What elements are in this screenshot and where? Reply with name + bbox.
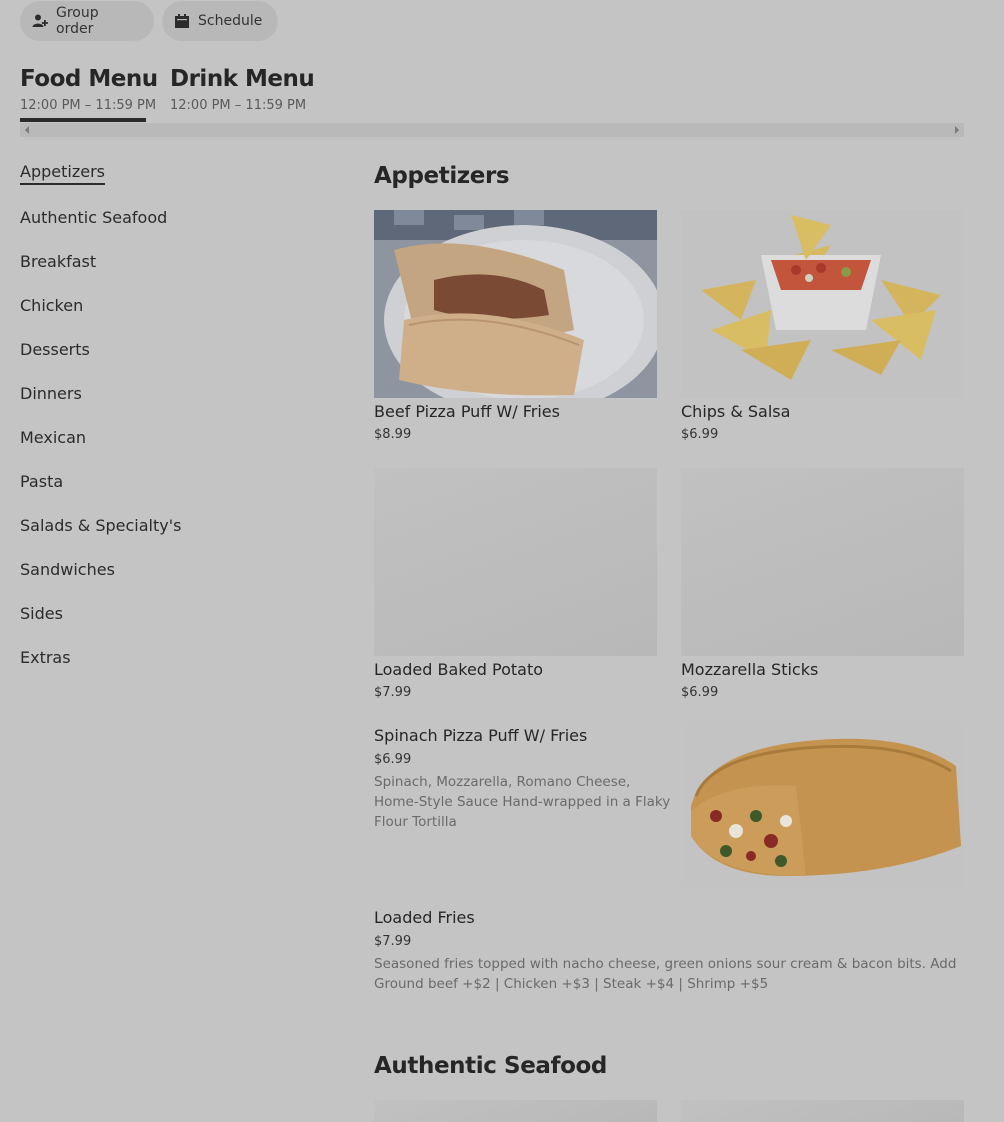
menu-item-name: Loaded Fries — [374, 908, 475, 927]
menu-item-price: $6.99 — [374, 752, 412, 767]
menu-item-card[interactable]: Chips & Salsa $6.99 — [681, 210, 964, 442]
menu-item-row[interactable]: Spinach Pizza Puff W/ Fries $6.99 Spinac… — [374, 726, 674, 832]
sidebar-item-chicken[interactable]: Chicken — [20, 296, 83, 315]
sidebar-item-sandwiches[interactable]: Sandwiches — [20, 560, 115, 579]
pizza-puff-photo — [374, 210, 657, 398]
schedule-label: Schedule — [198, 13, 263, 29]
tab-drink-menu[interactable]: Drink Menu 12:00 PM – 11:59 PM — [170, 66, 315, 113]
sidebar-item-sides[interactable]: Sides — [20, 604, 63, 623]
scroll-left-icon[interactable] — [25, 126, 29, 134]
menu-item-name: Mozzarella Sticks — [681, 660, 819, 679]
person-add-icon — [32, 13, 48, 29]
menu-item-price: $7.99 — [374, 685, 412, 700]
schedule-button[interactable]: Schedule — [162, 1, 278, 41]
menu-item-description: Spinach, Mozzarella, Romano Cheese, Home… — [374, 774, 671, 830]
image-placeholder — [681, 468, 964, 656]
menu-item-price: $6.99 — [681, 427, 719, 442]
menu-item-card[interactable]: Loaded Baked Potato $7.99 — [374, 468, 657, 700]
sidebar-item-appetizers[interactable]: Appetizers — [20, 162, 105, 185]
sidebar-item-breakfast[interactable]: Breakfast — [20, 252, 96, 271]
tab-title: Food Menu — [20, 66, 158, 92]
image-placeholder — [374, 468, 657, 656]
menu-item-row[interactable]: Loaded Fries $7.99 Seasoned fries topped… — [374, 908, 964, 994]
sidebar-item-authentic-seafood[interactable]: Authentic Seafood — [20, 208, 167, 227]
menu-item-name: Spinach Pizza Puff W/ Fries — [374, 726, 588, 745]
tab-hours: 12:00 PM – 11:59 PM — [20, 98, 157, 113]
menu-item-price: $7.99 — [374, 934, 412, 949]
chips-salsa-photo — [681, 210, 964, 398]
sidebar-item-pasta[interactable]: Pasta — [20, 472, 63, 491]
image-placeholder — [681, 1100, 964, 1122]
menu-item-card[interactable]: Beef Pizza Puff W/ Fries $8.99 — [374, 210, 657, 442]
menu-item-name: Loaded Baked Potato — [374, 660, 544, 679]
tab-food-menu[interactable]: Food Menu 12:00 PM – 11:59 PM — [20, 66, 158, 113]
menu-item-name: Beef Pizza Puff W/ Fries — [374, 402, 560, 421]
group-order-button[interactable]: Group order — [20, 1, 154, 41]
active-tab-indicator — [20, 118, 146, 122]
scroll-right-icon[interactable] — [955, 126, 959, 134]
spinach-puff-photo — [686, 726, 964, 886]
sidebar-item-salads-specialtys[interactable]: Salads & Specialty's — [20, 516, 181, 535]
menu-item-price: $8.99 — [374, 427, 412, 442]
section-title-appetizers: Appetizers — [374, 163, 510, 189]
sidebar-item-mexican[interactable]: Mexican — [20, 428, 86, 447]
tab-hours: 12:00 PM – 11:59 PM — [170, 98, 307, 113]
sidebar-item-desserts[interactable]: Desserts — [20, 340, 90, 359]
menu-item-name: Chips & Salsa — [681, 402, 791, 421]
tab-title: Drink Menu — [170, 66, 315, 92]
menu-item-card[interactable]: Mozzarella Sticks $6.99 — [681, 468, 964, 700]
menu-item-description: Seasoned fries topped with nacho cheese,… — [374, 956, 957, 992]
image-placeholder — [374, 1100, 657, 1122]
sidebar-item-extras[interactable]: Extras — [20, 648, 71, 667]
group-order-label: Group order — [56, 5, 99, 37]
section-title-authentic-seafood: Authentic Seafood — [374, 1053, 607, 1079]
menu-item-price: $6.99 — [681, 685, 719, 700]
sidebar-item-dinners[interactable]: Dinners — [20, 384, 82, 403]
calendar-icon — [174, 13, 190, 29]
horizontal-scrollbar[interactable] — [20, 123, 964, 137]
